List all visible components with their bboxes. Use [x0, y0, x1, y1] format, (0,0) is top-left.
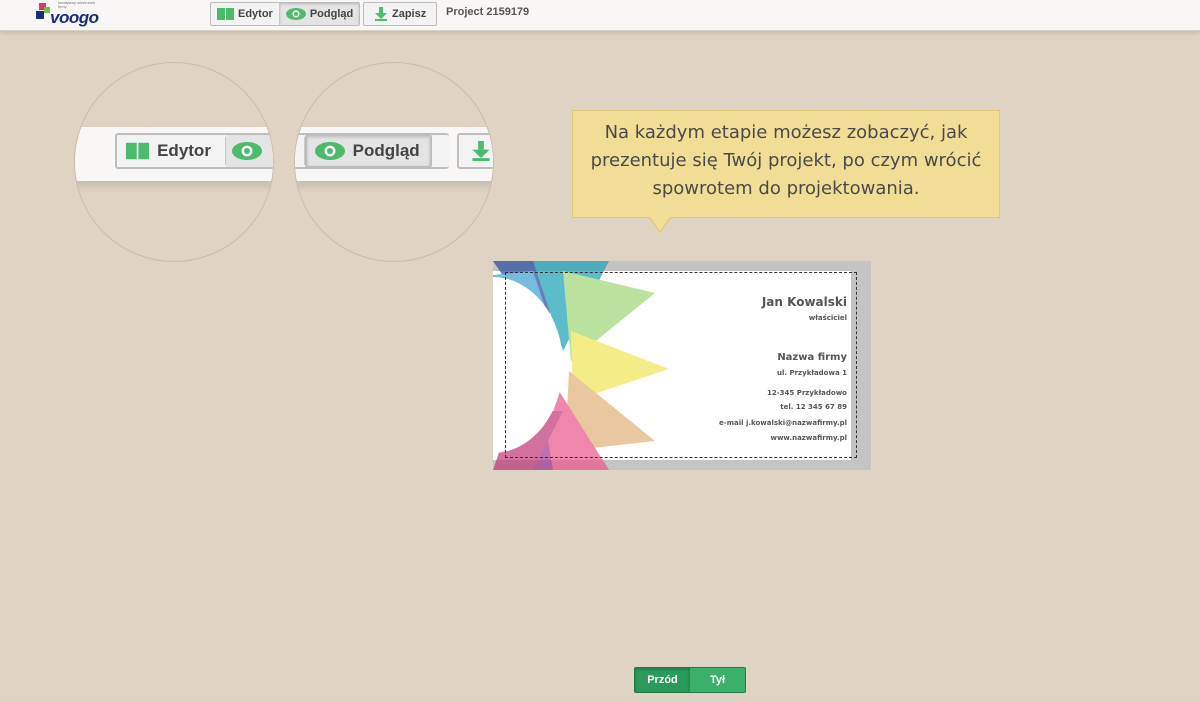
zoom-mode-switch: Edytor: [115, 133, 273, 169]
zoom-circle-editor: Edytor: [74, 62, 274, 262]
editor-button[interactable]: Edytor: [211, 3, 279, 25]
card-website: www.nazwafirmy.pl: [770, 434, 847, 442]
back-side-button[interactable]: Tył: [690, 668, 745, 692]
card-street: ul. Przykładowa 1: [777, 369, 847, 377]
tooltip-arrow: [650, 217, 670, 231]
preview-button-label: Podgląd: [309, 8, 354, 20]
logo-word: voogo: [50, 8, 99, 27]
card-name: Jan Kowalski: [761, 295, 847, 309]
mode-switch: Edytor Podgląd: [210, 2, 361, 26]
save-button[interactable]: Zapisz: [364, 3, 436, 25]
zoom-save-button: [457, 133, 493, 169]
download-icon: [472, 141, 490, 161]
top-toolbar: kreatywny wizerunek firmy voogo Edytor P…: [0, 0, 1200, 31]
card-email: e-mail j.kowalski@nazwafirmy.pl: [719, 419, 847, 427]
front-side-button[interactable]: Przód: [635, 668, 690, 692]
save-group: Zapisz: [363, 2, 438, 26]
zoom-editor-label: Edytor: [157, 141, 211, 160]
project-title: Project 2159179: [446, 6, 530, 18]
card-role: właściciel: [808, 314, 847, 322]
eye-icon: [285, 8, 306, 20]
eye-icon: [231, 142, 262, 160]
tooltip-line-1: Na każdym etapie możesz zobaczyć, jak: [604, 122, 968, 143]
preview-button[interactable]: Podgląd: [278, 3, 360, 25]
save-button-label: Zapisz: [392, 8, 427, 20]
editor-button-label: Edytor: [238, 8, 273, 20]
tooltip-line-3: spowrotem do projektowania.: [652, 178, 920, 199]
eye-icon: [314, 142, 345, 160]
zoom-circle-preview: r Podgląd: [294, 62, 494, 262]
card-preview: Jan Kowalski właściciel Nazwa firmy ul. …: [493, 261, 871, 470]
card-city: 12-345 Przykładowo: [767, 389, 847, 397]
editor-icon: [217, 8, 234, 20]
zoom-mode-switch: r Podgląd: [295, 133, 449, 169]
download-icon: [375, 7, 387, 21]
card-phone: tel. 12 345 67 89: [780, 403, 847, 411]
card-company: Nazwa firmy: [777, 352, 847, 363]
editor-icon: [126, 142, 150, 160]
business-card: Jan Kowalski właściciel Nazwa firmy ul. …: [493, 261, 871, 470]
zoom-preview-label: Podgląd: [352, 141, 420, 160]
voogo-logo[interactable]: kreatywny wizerunek firmy voogo: [36, 1, 99, 27]
tooltip-line-2: prezentuje się Twój projekt, po czym wró…: [590, 150, 982, 171]
card-side-switch: Przód Tył: [634, 667, 746, 693]
info-tooltip: Na każdym etapie możesz zobaczyć, jak pr…: [572, 110, 1000, 218]
